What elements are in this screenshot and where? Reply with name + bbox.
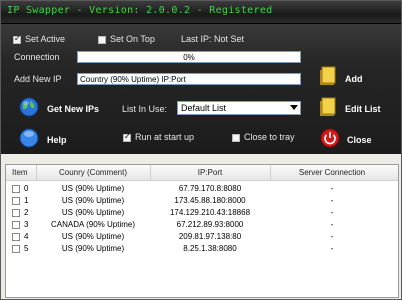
chevron-down-icon — [290, 105, 298, 110]
row-country: US (90% Uptime) — [61, 196, 125, 205]
edit-list-button[interactable]: Edit List — [345, 104, 381, 114]
list-in-use-value: Default List — [181, 103, 227, 113]
globe-icon[interactable] — [19, 97, 39, 117]
row-server-connection: - — [330, 208, 334, 217]
folder-edit-icon[interactable] — [319, 97, 337, 117]
table-row[interactable]: 2 US (90% Uptime) 174.129.210.43:18868 - — [6, 207, 398, 219]
row-checkbox[interactable] — [12, 209, 20, 217]
set-on-top-label: Set On Top — [110, 34, 155, 44]
table-header: Item Counry (Comment) IP:Port Server Con… — [6, 165, 398, 181]
close-to-tray-checkbox[interactable] — [232, 134, 240, 142]
add-new-ip-label: Add New IP — [14, 74, 62, 84]
table-row[interactable]: 5 US (90% Uptime) 8.25.1.38:8080 - — [6, 243, 398, 255]
set-active-checkbox[interactable] — [13, 34, 21, 44]
row-item: 3 — [24, 220, 29, 229]
row-checkbox[interactable] — [12, 221, 20, 229]
table-row[interactable]: 1 US (90% Uptime) 173.45.88.180:8000 - — [6, 195, 398, 207]
row-server-connection: - — [330, 244, 334, 253]
row-ip-port: 67.79.170.8:8080 — [178, 184, 242, 193]
row-ip-port: 67.212.89.93:8000 — [176, 220, 244, 229]
row-country: US (90% Uptime) — [61, 184, 125, 193]
row-country: US (90% Uptime) — [61, 208, 125, 217]
get-new-ips-button[interactable]: Get New IPs — [47, 104, 99, 114]
folder-icon[interactable] — [319, 66, 337, 86]
connection-progress-bar: 0% — [77, 51, 301, 63]
row-server-connection: - — [330, 232, 334, 241]
row-checkbox[interactable] — [12, 185, 20, 193]
power-icon[interactable] — [320, 128, 340, 148]
control-panel: Set Active Set On Top Last IP: Not Set C… — [1, 24, 401, 154]
row-item: 1 — [24, 196, 29, 205]
run-at-startup-checkbox[interactable] — [123, 132, 131, 142]
list-in-use-select[interactable]: Default List — [177, 101, 301, 115]
row-ip-port: 174.129.210.43:18868 — [169, 208, 251, 217]
column-header-country[interactable]: Counry (Comment) — [36, 168, 150, 177]
row-ip-port: 209.81.97.138:80 — [178, 232, 242, 241]
row-server-connection: - — [330, 196, 334, 205]
row-item: 4 — [24, 232, 29, 241]
table-row[interactable]: 4 US (90% Uptime) 209.81.97.138:80 - — [6, 231, 398, 243]
row-country: US (90% Uptime) — [61, 244, 125, 253]
row-item: 0 — [24, 184, 29, 193]
window-title: IP Swapper - Version: 2.0.0.2 - Register… — [7, 5, 273, 16]
row-country: US (90% Uptime) — [61, 232, 125, 241]
row-ip-port: 173.45.88.180:8000 — [174, 196, 246, 205]
list-in-use-label: List In Use: — [122, 104, 168, 114]
row-server-connection: - — [330, 220, 334, 229]
table-row[interactable]: 0 US (90% Uptime) 67.79.170.8:8080 - — [6, 183, 398, 195]
add-button[interactable]: Add — [345, 74, 363, 84]
column-header-ip-port[interactable]: IP:Port — [150, 168, 270, 177]
set-on-top-checkbox[interactable] — [98, 36, 106, 44]
connection-progress-text: 0% — [183, 53, 195, 62]
run-at-startup-label: Run at start up — [135, 132, 195, 142]
row-checkbox[interactable] — [12, 197, 20, 205]
row-item: 5 — [24, 244, 29, 253]
column-header-item[interactable]: Item — [12, 168, 28, 177]
row-country: CANADA (90% Uptime) — [50, 220, 136, 229]
proxy-list-table[interactable]: Item Counry (Comment) IP:Port Server Con… — [5, 164, 399, 298]
column-header-server-connection[interactable]: Server Connection — [270, 168, 394, 177]
row-checkbox[interactable] — [12, 233, 20, 241]
add-ip-input-value: Country (90% Uptime) IP:Port — [80, 75, 186, 84]
set-active-label: Set Active — [25, 34, 66, 44]
table-row[interactable]: 3 CANADA (90% Uptime) 67.212.89.93:8000 … — [6, 219, 398, 231]
add-ip-input[interactable]: Country (90% Uptime) IP:Port — [77, 73, 301, 85]
close-to-tray-label: Close to tray — [244, 132, 295, 142]
app-window: IP Swapper - Version: 2.0.0.2 - Register… — [0, 0, 402, 300]
row-item: 2 — [24, 208, 29, 217]
close-button[interactable]: Close — [347, 135, 372, 145]
help-button[interactable]: Help — [47, 135, 67, 145]
help-icon[interactable] — [19, 128, 39, 148]
row-checkbox[interactable] — [12, 245, 20, 253]
connection-label: Connection — [14, 52, 60, 62]
row-ip-port: 8.25.1.38:8080 — [183, 244, 237, 253]
last-ip-label: Last IP: Not Set — [181, 34, 245, 44]
title-bar[interactable]: IP Swapper - Version: 2.0.0.2 - Register… — [1, 1, 401, 24]
row-server-connection: - — [330, 184, 334, 193]
